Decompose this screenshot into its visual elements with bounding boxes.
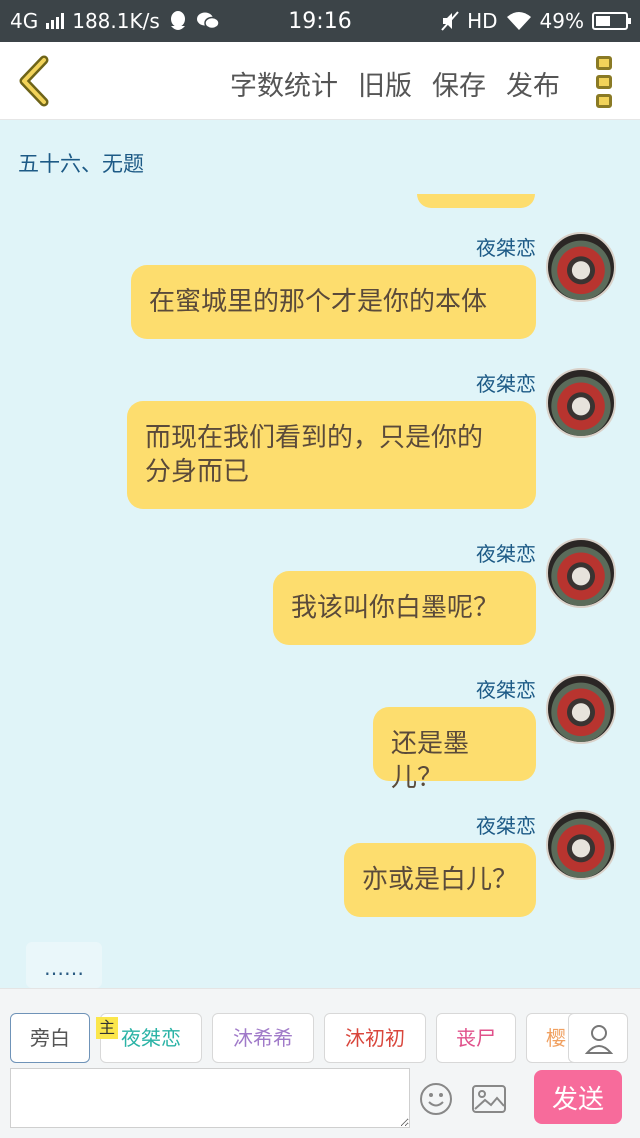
avatar[interactable] bbox=[546, 368, 616, 438]
editor-toolbar: 字数统计 旧版 保存 发布 bbox=[0, 42, 640, 120]
menu-dot bbox=[596, 94, 612, 108]
avatar[interactable] bbox=[546, 810, 616, 880]
sender-name: 夜桀恋 bbox=[476, 814, 536, 838]
wifi-icon bbox=[506, 12, 531, 30]
send-button[interactable]: 发送 bbox=[534, 1070, 622, 1124]
save-button[interactable]: 保存 bbox=[432, 64, 486, 103]
narration-message[interactable]: …… bbox=[26, 942, 102, 988]
mute-icon bbox=[441, 11, 459, 31]
message-bubble[interactable]: 而现在我们看到的，只是你的 分身而已 bbox=[127, 401, 536, 509]
role-muchuchu[interactable]: 沐初初 bbox=[324, 1013, 426, 1063]
message-bubble[interactable]: 在蜜城里的那个才是你的本体 bbox=[131, 265, 536, 339]
chat-area[interactable]: 五十六、无题 夜桀恋 在蜜城里的那个才是你的本体 夜桀恋 而现在我们看到的，只是… bbox=[0, 120, 640, 988]
status-bar: 4G 188.1K/s 19:16 HD 49% bbox=[0, 0, 640, 42]
message-line: 而现在我们看到的，只是你的 bbox=[145, 423, 484, 453]
more-menu-button[interactable] bbox=[596, 56, 614, 108]
avatar[interactable] bbox=[546, 232, 616, 302]
image-icon bbox=[472, 1085, 506, 1113]
sender-name: 夜桀恋 bbox=[476, 372, 536, 396]
message-input[interactable] bbox=[10, 1068, 410, 1128]
hd-label: HD bbox=[467, 9, 498, 33]
old-version-button[interactable]: 旧版 bbox=[358, 64, 412, 103]
toolbar-actions: 字数统计 旧版 保存 发布 bbox=[230, 64, 560, 103]
word-count-button[interactable]: 字数统计 bbox=[230, 64, 338, 103]
role-selector: 旁白 主 夜桀恋 沐希希 沐初初 丧尸 樱 bbox=[0, 988, 640, 1064]
message-line: 在蜜城里的那个才是你的本体 bbox=[149, 287, 488, 317]
avatar[interactable] bbox=[546, 538, 616, 608]
publish-button[interactable]: 发布 bbox=[506, 64, 560, 103]
input-bar: 发送 bbox=[0, 1064, 640, 1138]
emoji-button[interactable] bbox=[419, 1082, 453, 1116]
role-muxixi[interactable]: 沐希希 bbox=[212, 1013, 314, 1063]
back-button[interactable] bbox=[14, 54, 58, 108]
chapter-title: 五十六、无题 bbox=[18, 152, 144, 176]
message-line: 分身而已 bbox=[145, 457, 250, 487]
avatar[interactable] bbox=[546, 674, 616, 744]
role-manager-button[interactable] bbox=[568, 1013, 628, 1063]
role-zombie[interactable]: 丧尸 bbox=[436, 1013, 516, 1063]
message-line: 亦或是白儿？ bbox=[362, 865, 519, 895]
message-bubble[interactable]: 亦或是白儿？ bbox=[344, 843, 536, 917]
role-narrator[interactable]: 旁白 bbox=[10, 1013, 90, 1063]
message-line: 还是墨儿？ bbox=[391, 729, 470, 793]
previous-message-bubble[interactable] bbox=[417, 194, 535, 208]
chevron-left-icon bbox=[19, 55, 49, 107]
message-line: 我该叫你白墨呢？ bbox=[291, 593, 500, 623]
sender-name: 夜桀恋 bbox=[476, 678, 536, 702]
image-button[interactable] bbox=[471, 1084, 507, 1114]
battery-percent: 49% bbox=[539, 9, 584, 33]
menu-dot bbox=[596, 75, 612, 89]
menu-dot bbox=[596, 56, 612, 70]
message-bubble[interactable]: 还是墨儿？ bbox=[373, 707, 536, 793]
battery-icon bbox=[592, 12, 631, 30]
host-badge: 主 bbox=[96, 1017, 119, 1039]
status-right: HD 49% bbox=[441, 9, 631, 33]
battery-fill bbox=[596, 16, 610, 26]
sender-name: 夜桀恋 bbox=[476, 236, 536, 260]
sender-name: 夜桀恋 bbox=[476, 542, 536, 566]
user-icon bbox=[584, 1025, 614, 1054]
smiley-icon bbox=[420, 1083, 452, 1115]
message-bubble[interactable]: 我该叫你白墨呢？ bbox=[273, 571, 536, 645]
